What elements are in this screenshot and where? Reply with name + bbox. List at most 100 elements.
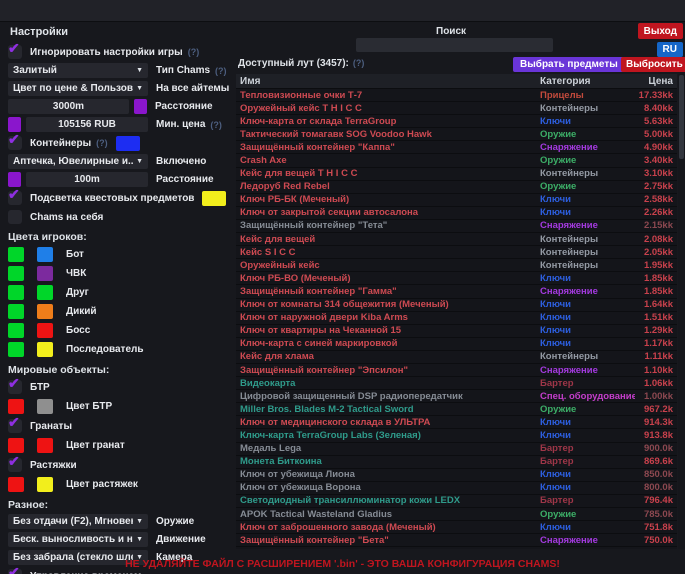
title-bar[interactable] xyxy=(0,0,685,22)
loot-row[interactable]: Цифровой защищенный DSP радиопередатчикС… xyxy=(236,390,677,403)
loot-row[interactable]: Оружейный кейс T H I C CКонтейнеры8.40kk xyxy=(236,102,677,115)
loot-row[interactable]: Miller Bros. Blades M-2 Tactical SwordОр… xyxy=(236,403,677,416)
drop-all-button[interactable]: Выбросить все xyxy=(621,57,685,72)
help-icon[interactable]: (?) xyxy=(353,58,365,68)
color-swatch[interactable] xyxy=(8,438,24,453)
price-mode-dropdown[interactable]: Цвет по цене & Пользователь ▼ xyxy=(8,81,148,96)
loot-row[interactable]: APOK Tactical Wasteland GladiusОружие785… xyxy=(236,508,677,521)
loot-row[interactable]: Защищённый контейнер "Гамма"Снаряжение1.… xyxy=(236,285,677,298)
quest-color-swatch[interactable] xyxy=(202,191,226,206)
loot-row[interactable]: Ледоруб Red RebelОружие2.75kk xyxy=(236,181,677,194)
loot-row[interactable]: Ключ от убежища ВоронаКлючи800.0k xyxy=(236,482,677,495)
loot-row[interactable]: Тепловизионные очки Т-7Прицелы17.33kk xyxy=(236,89,677,102)
help-icon[interactable]: (?) xyxy=(210,120,222,130)
color-swatch[interactable] xyxy=(8,342,24,357)
loot-row[interactable]: Ключ от наружной двери Kiba ArmsКлючи1.5… xyxy=(236,312,677,325)
language-button[interactable]: RU xyxy=(657,42,683,57)
loot-row[interactable]: Crash AxeОружие3.40kk xyxy=(236,154,677,167)
misc-dropdown[interactable]: Без отдачи (F2), Мгновенное п▼ xyxy=(8,514,148,529)
loot-row[interactable]: Кейс для хламаКонтейнеры1.11kk xyxy=(236,351,677,364)
containers-color-swatch[interactable] xyxy=(116,136,140,151)
checkbox-checked-icon[interactable]: ✔ xyxy=(8,458,22,472)
color-swatch[interactable] xyxy=(8,477,24,492)
distance-input[interactable]: 3000m xyxy=(8,99,129,114)
checkbox-unchecked-icon[interactable] xyxy=(8,210,22,224)
loot-row[interactable]: Светодиодный трансиллюминатор кожи LEDXБ… xyxy=(236,495,677,508)
checkbox-row[interactable]: ✔БТР xyxy=(8,379,234,395)
loot-row[interactable]: Защищённый контейнер "Каппа"Снаряжение4.… xyxy=(236,141,677,154)
loot-row[interactable]: Защищённый контейнер "Бета"Снаряжение750… xyxy=(236,534,677,547)
min-price-input[interactable]: 105156 RUB xyxy=(26,117,148,132)
search-input[interactable] xyxy=(356,38,553,52)
color-swatch[interactable] xyxy=(37,342,53,357)
containers-distance-color-swatch[interactable] xyxy=(8,172,21,187)
containers-distance-input[interactable]: 100m xyxy=(26,172,148,187)
ignore-game-settings-row[interactable]: ✔ Игнорировать настройки игры (?) xyxy=(8,44,234,60)
loot-row[interactable]: Кейс S I C CКонтейнеры2.05kk xyxy=(236,246,677,259)
loot-row[interactable]: Ключ от закрытой секции автосалонаКлючи2… xyxy=(236,207,677,220)
color-swatch[interactable] xyxy=(8,266,24,281)
color-swatch[interactable] xyxy=(8,285,24,300)
chams-type-value: Залитый xyxy=(13,65,133,76)
loot-row[interactable]: Ключ от квартиры на Чеканной 15Ключи1.29… xyxy=(236,325,677,338)
quest-highlight-row[interactable]: ✔ Подсветка квестовых предметов xyxy=(8,190,234,206)
item-name: Ключ РБ-ВО (Меченый) xyxy=(240,273,540,284)
loot-row[interactable]: Ключ от убежища ЛионаКлючи850.0k xyxy=(236,469,677,482)
loot-row[interactable]: Ключ РБ-БК (Меченый)Ключи2.58kk xyxy=(236,194,677,207)
loot-row[interactable]: Ключ РБ-ВО (Меченый)Ключи1.85kk xyxy=(236,272,677,285)
loot-row[interactable]: Оружейный кейсКонтейнеры1.95kk xyxy=(236,259,677,272)
loot-row[interactable]: Защищённый контейнер "Тета"Снаряжение2.1… xyxy=(236,220,677,233)
checkbox-checked-icon[interactable]: ✔ xyxy=(8,419,22,433)
color-swatch[interactable] xyxy=(37,438,53,453)
loot-row[interactable]: Ключ-карта от склада TerraGroupКлючи5.63… xyxy=(236,115,677,128)
loot-row[interactable]: Кейс для вещейКонтейнеры2.08kk xyxy=(236,233,677,246)
color-swatch[interactable] xyxy=(8,304,24,319)
color-swatch[interactable] xyxy=(37,247,53,262)
table-scrollbar[interactable] xyxy=(678,74,685,549)
distance-color-swatch[interactable] xyxy=(134,99,147,114)
help-icon[interactable]: (?) xyxy=(96,138,108,148)
loot-row[interactable]: Ключ от медицинского склада в УЛЬТРАКлюч… xyxy=(236,416,677,429)
loot-row[interactable]: Ключ от заброшенного завода (Меченый)Клю… xyxy=(236,521,677,534)
loot-row[interactable]: Ключ-карта с синей маркировкойКлючи1.17k… xyxy=(236,338,677,351)
column-header-price[interactable]: Цена xyxy=(635,76,673,87)
misc-dropdown[interactable]: Беск. выносливость и нет уста▼ xyxy=(8,532,148,547)
color-swatch[interactable] xyxy=(37,323,53,338)
column-header-category[interactable]: Категория xyxy=(540,76,635,87)
checkbox-checked-icon[interactable]: ✔ xyxy=(8,380,22,394)
color-swatch[interactable] xyxy=(37,285,53,300)
checkbox-checked-icon[interactable]: ✔ xyxy=(8,45,22,59)
loot-row[interactable]: ВидеокартаБартер1.06kk xyxy=(236,377,677,390)
loot-row[interactable]: Защищённый контейнер "Эпсилон"Снаряжение… xyxy=(236,364,677,377)
checkbox-row[interactable]: ✔ Растяжки xyxy=(8,457,234,473)
color-swatch[interactable] xyxy=(37,304,53,319)
loot-row[interactable]: Ключ-карта TerraGroup Labs (Зеленая)Ключ… xyxy=(236,429,677,442)
loot-row[interactable]: Тактический томагавк SOG Voodoo HawkОруж… xyxy=(236,128,677,141)
checkbox-row[interactable]: ✔Гранаты xyxy=(8,418,234,434)
checkbox-label: Растяжки xyxy=(30,460,77,471)
containers-row[interactable]: ✔ Контейнеры (?) xyxy=(8,135,234,151)
self-chams-row[interactable]: Chams на себя xyxy=(8,209,234,225)
containers-mode-dropdown[interactable]: Аптечка, Ювелирные и... ▼ xyxy=(8,154,148,169)
scrollbar-thumb[interactable] xyxy=(679,75,684,159)
min-price-color-swatch[interactable] xyxy=(8,117,21,132)
checkbox-checked-icon[interactable]: ✔ xyxy=(8,191,22,205)
column-header-name[interactable]: Имя xyxy=(240,76,540,87)
checkbox-checked-icon[interactable]: ✔ xyxy=(8,136,22,150)
loot-row[interactable]: Медаль LegaБартер900.0k xyxy=(236,443,677,456)
loot-row[interactable]: Кейс для вещей T H I C CКонтейнеры3.10kk xyxy=(236,168,677,181)
exit-button[interactable]: Выход xyxy=(638,23,683,39)
loot-row[interactable]: Монета БиткоинаБартер869.6k xyxy=(236,456,677,469)
color-swatch[interactable] xyxy=(37,477,53,492)
color-swatch[interactable] xyxy=(8,323,24,338)
color-swatch[interactable] xyxy=(37,399,53,414)
item-category: Спец. оборудование xyxy=(540,391,635,402)
loot-table-header: Имя Категория Цена xyxy=(236,74,677,89)
chams-type-dropdown[interactable]: Залитый ▼ xyxy=(8,63,148,78)
help-icon[interactable]: (?) xyxy=(215,66,227,76)
color-swatch[interactable] xyxy=(8,247,24,262)
help-icon[interactable]: (?) xyxy=(188,47,200,57)
color-swatch[interactable] xyxy=(37,266,53,281)
loot-row[interactable]: Ключ от комнаты 314 общежития (Меченый)К… xyxy=(236,299,677,312)
color-swatch[interactable] xyxy=(8,399,24,414)
